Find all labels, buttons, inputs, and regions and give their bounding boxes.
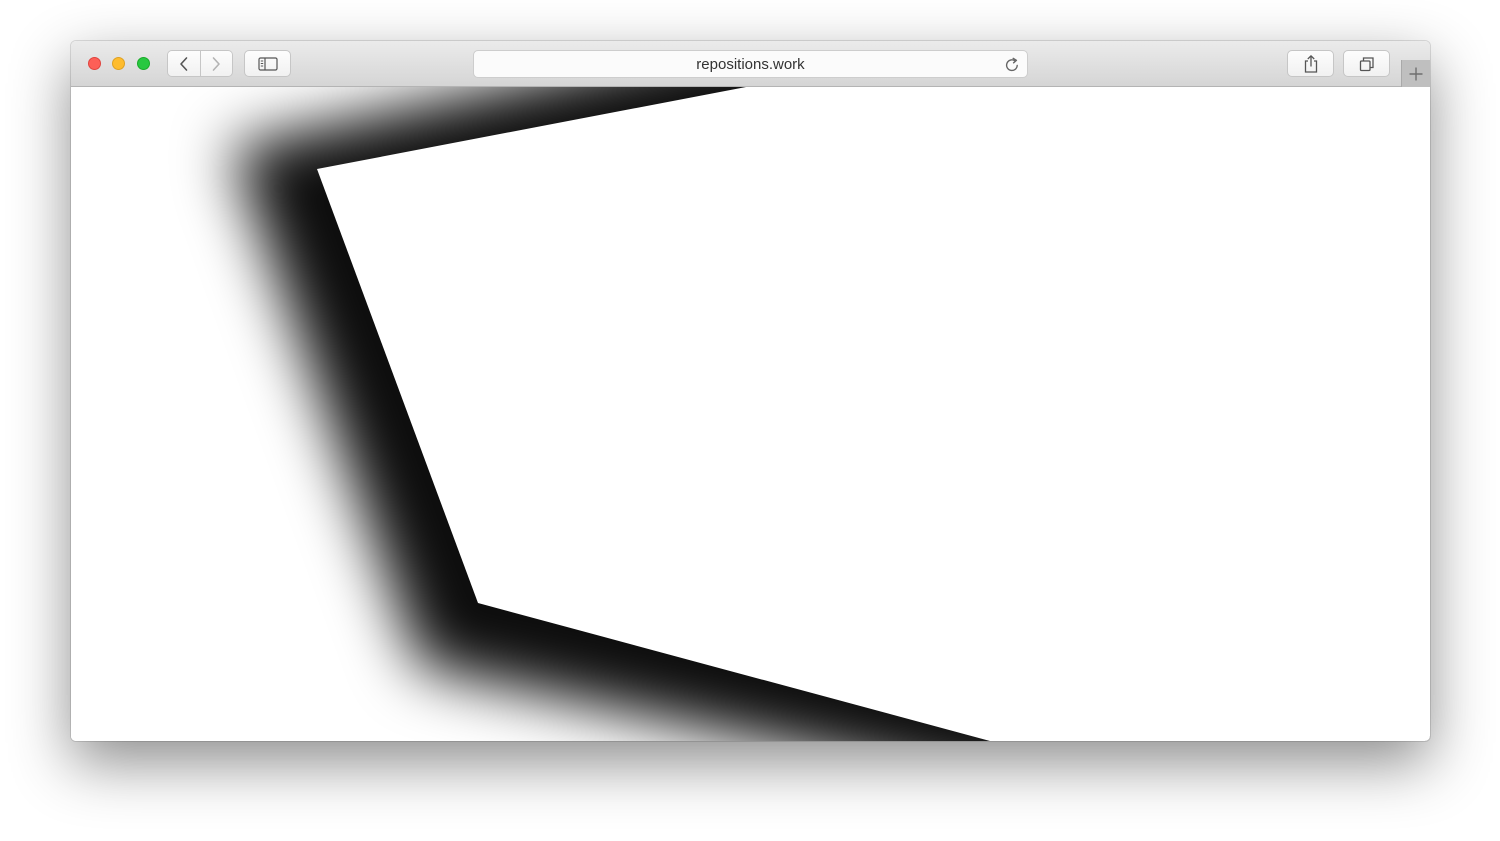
close-window-button[interactable]	[88, 57, 101, 70]
chevron-right-icon	[212, 56, 221, 71]
sidebar-button[interactable]	[244, 50, 291, 77]
sidebar-icon	[258, 57, 278, 71]
share-icon	[1304, 55, 1318, 73]
address-bar[interactable]: repositions.work	[473, 50, 1028, 78]
chevron-left-icon	[179, 56, 188, 71]
reload-icon[interactable]	[1003, 56, 1021, 74]
tab-overview-button[interactable]	[1343, 50, 1390, 77]
new-tab-button[interactable]	[1401, 60, 1430, 87]
back-button[interactable]	[168, 51, 200, 76]
minimize-window-button[interactable]	[112, 57, 125, 70]
zoom-window-button[interactable]	[137, 57, 150, 70]
page-canvas	[71, 87, 1430, 741]
browser-toolbar: repositions.work	[71, 41, 1430, 87]
url-text: repositions.work	[696, 56, 805, 73]
tabs-overview-icon	[1359, 57, 1374, 72]
share-button[interactable]	[1287, 50, 1334, 77]
forward-button[interactable]	[199, 51, 232, 76]
browser-window: repositions.work	[71, 41, 1430, 741]
navigation-buttons	[167, 50, 233, 77]
page-content	[71, 87, 1430, 741]
plus-icon	[1409, 67, 1423, 80]
